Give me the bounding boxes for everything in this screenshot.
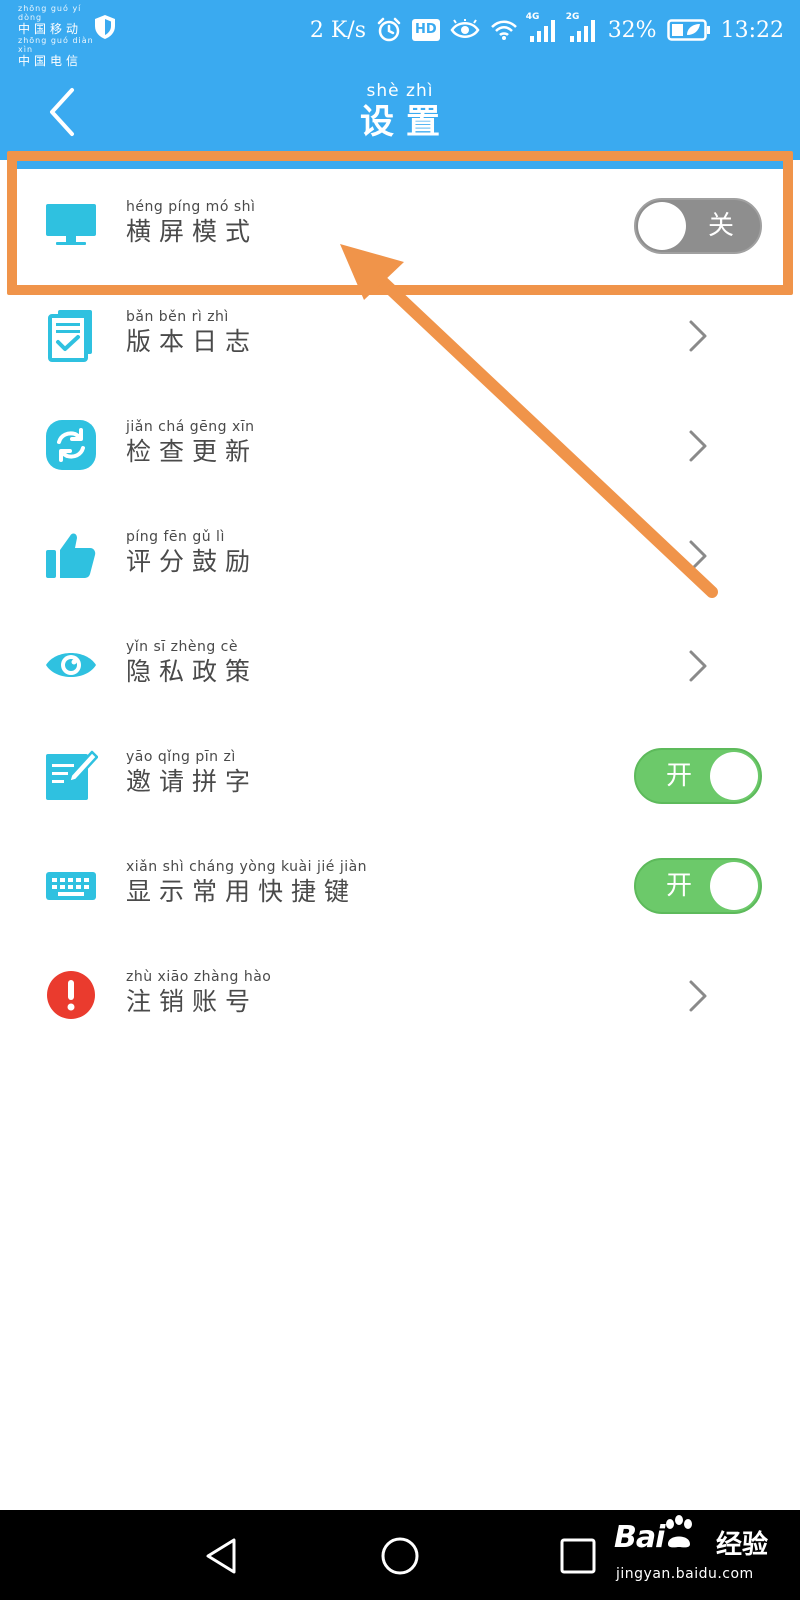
thumbs-up-icon [46, 533, 96, 578]
toggle-state-text: 关 [707, 211, 734, 241]
setting-landscape-mode[interactable]: héng píng mó shì 横屏模式 关 [0, 168, 800, 278]
page-title: shè zhì 设置 [0, 80, 800, 142]
chevron-right-icon [689, 430, 707, 462]
setting-label: xiǎn shì cháng yòng kuài jié jiàn 显示常用快捷… [126, 858, 367, 908]
setting-version-log[interactable]: bǎn běn rì zhì 版本日志 [0, 278, 800, 388]
net-speed: 2 K/s [309, 17, 367, 43]
setting-show-shortcuts[interactable]: xiǎn shì cháng yòng kuài jié jiàn 显示常用快捷… [0, 828, 800, 938]
toggle-state-text: 开 [666, 871, 693, 901]
watermark-suffix: 经验 [716, 1530, 769, 1560]
signal-sim2: 2G [566, 12, 598, 42]
nav-recents-icon[interactable] [556, 1534, 600, 1578]
watermark-url: jingyan.baidu.com [616, 1566, 754, 1582]
clock: 13:22 [720, 17, 784, 43]
shield-icon [95, 15, 115, 39]
setting-invite-spell[interactable]: yāo qǐng pīn zì 邀请拼字 开 [0, 718, 800, 828]
carrier-1-name: 中国移动 [18, 22, 83, 36]
setting-delete-account[interactable]: zhù xiāo zhàng hào 注销账号 [0, 938, 800, 1048]
toggle-state-text: 开 [666, 761, 693, 791]
setting-label-pinyin: héng píng mó shì [126, 199, 256, 215]
setting-label-pinyin: yǐn sī zhèng cè [126, 639, 238, 655]
setting-label: yāo qǐng pīn zì 邀请拼字 [126, 748, 258, 798]
sim1-network-tag: 4G [525, 12, 540, 22]
eye-comfort-icon [450, 19, 480, 38]
alarm-icon [377, 17, 401, 42]
setting-label-text: 横屏模式 [126, 217, 259, 246]
chevron-right-icon [689, 320, 707, 352]
toggle-knob [638, 202, 686, 250]
chevron-right-icon [689, 540, 707, 572]
wifi-icon [490, 20, 517, 40]
carrier-1: zhōng guó yí dòng 中国移动 [18, 4, 98, 36]
nav-back-icon[interactable] [200, 1534, 244, 1578]
toggle-knob [710, 862, 758, 910]
setting-label: bǎn běn rì zhì 版本日志 [126, 308, 258, 358]
top-bar: zhōng guó yí dòng 中国移动 zhōng guó diàn xì… [0, 0, 800, 160]
setting-label: jiǎn chá gēng xīn 检查更新 [126, 418, 258, 468]
setting-label-text: 评分鼓励 [126, 547, 259, 576]
keyboard-icon [46, 872, 96, 900]
setting-label-pinyin: jiǎn chá gēng xīn [126, 419, 255, 435]
setting-label: píng fēn gǔ lì 评分鼓励 [126, 528, 258, 578]
page-title-text: 设置 [360, 102, 452, 142]
setting-label-pinyin: xiǎn shì cháng yòng kuài jié jiàn [126, 859, 368, 875]
watermark-logo-text: Bai [614, 1520, 665, 1555]
status-indicators: 2 K/s HD 4G 2G 32% 13:22 [310, 12, 784, 48]
setting-label-text: 邀请拼字 [126, 767, 259, 796]
nav-home-icon[interactable] [378, 1534, 422, 1578]
setting-label-text: 显示常用快捷键 [126, 877, 358, 906]
carrier-info: zhōng guó yí dòng 中国移动 zhōng guó diàn xì… [18, 4, 98, 68]
monitor-icon [46, 204, 96, 245]
battery-percent: 32% [607, 17, 657, 43]
setting-label-text: 隐私政策 [126, 657, 259, 686]
alert-icon [47, 971, 95, 1019]
sim2-network-tag: 2G [565, 12, 580, 22]
setting-label: héng píng mó shì 横屏模式 [126, 198, 258, 248]
refresh-icon [46, 420, 96, 470]
baidu-jingyan-watermark: Bai 经验 jingyan.baidu.com [614, 1508, 794, 1598]
setting-label-pinyin: zhù xiāo zhàng hào [126, 969, 272, 985]
show-shortcuts-toggle[interactable]: 开 [634, 858, 762, 914]
setting-label: yǐn sī zhèng cè 隐私政策 [126, 638, 258, 688]
signal-sim1: 4G [526, 12, 558, 42]
setting-label-pinyin: píng fēn gǔ lì [126, 529, 225, 545]
setting-label: zhù xiāo zhàng hào 注销账号 [126, 968, 271, 1018]
setting-check-update[interactable]: jiǎn chá gēng xīn 检查更新 [0, 388, 800, 498]
paw-icon [666, 1515, 692, 1548]
carrier-2-name: 中国电信 [18, 54, 83, 68]
carrier-2: zhōng guó diàn xìn 中国电信 [18, 36, 98, 68]
setting-label-text: 版本日志 [126, 327, 259, 356]
setting-label-text: 检查更新 [126, 437, 259, 466]
setting-label-text: 注销账号 [126, 987, 259, 1016]
setting-label-pinyin: bǎn běn rì zhì [126, 309, 229, 325]
page-title-pinyin: shè zhì [366, 81, 434, 101]
chevron-right-icon [689, 650, 707, 682]
setting-label-pinyin: yāo qǐng pīn zì [126, 749, 236, 765]
setting-rate-app[interactable]: píng fēn gǔ lì 评分鼓励 [0, 498, 800, 608]
battery-icon [666, 19, 710, 41]
hd-badge: HD [412, 19, 440, 41]
landscape-mode-toggle[interactable]: 关 [634, 198, 762, 254]
carrier-1-pinyin: zhōng guó yí dòng [18, 4, 82, 22]
setting-privacy-policy[interactable]: yǐn sī zhèng cè 隐私政策 [0, 608, 800, 718]
chevron-right-icon [689, 980, 707, 1012]
invite-spell-toggle[interactable]: 开 [634, 748, 762, 804]
toggle-knob [710, 752, 758, 800]
status-bar: zhōng guó yí dòng 中国移动 zhōng guó diàn xì… [0, 0, 800, 68]
edit-icon [46, 750, 98, 800]
eye-icon [46, 653, 96, 677]
carrier-2-pinyin: zhōng guó diàn xìn [18, 36, 94, 54]
document-icon [48, 310, 92, 362]
